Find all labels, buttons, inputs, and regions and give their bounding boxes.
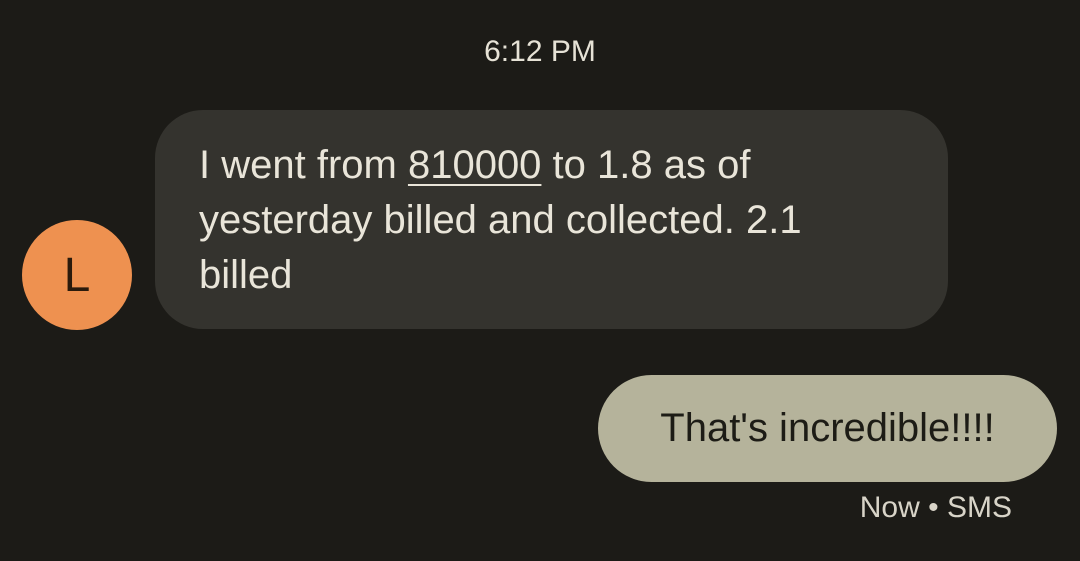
message-status: Now • SMS	[860, 488, 1012, 528]
outgoing-message-bubble[interactable]: That's incredible!!!!	[598, 375, 1057, 482]
message-channel: SMS	[946, 491, 1012, 524]
message-timestamp: 6:12 PM	[484, 35, 596, 68]
contact-avatar[interactable]: L	[22, 220, 132, 330]
avatar-letter: L	[63, 248, 91, 302]
incoming-message-text-start: I went from	[199, 143, 408, 187]
phone-number-link[interactable]: 810000	[408, 143, 541, 187]
message-status-time: Now	[859, 491, 920, 524]
incoming-message-bubble[interactable]: I went from 810000 to 1.8 as of yesterda…	[155, 110, 948, 329]
outgoing-message-text: That's incredible!!!!	[660, 406, 995, 450]
status-separator: •	[928, 491, 939, 524]
